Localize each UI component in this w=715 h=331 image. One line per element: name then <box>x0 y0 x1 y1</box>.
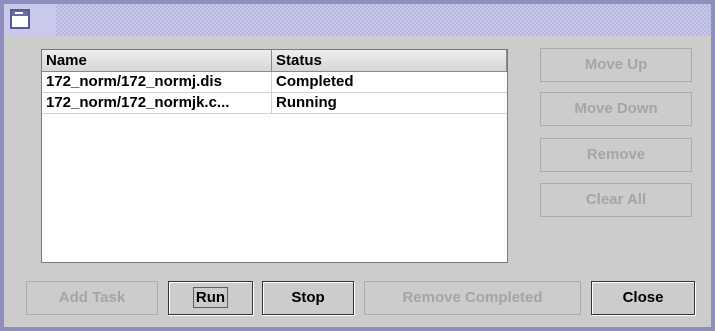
table-row[interactable]: 172_norm/172_normj.dis Completed <box>42 72 507 93</box>
move-down-button[interactable]: Move Down <box>540 92 692 126</box>
task-manager-window: Name Status 172_norm/172_normj.dis Compl… <box>0 0 715 331</box>
window-menu-icon-bar <box>12 11 28 16</box>
table-row[interactable]: 172_norm/172_normjk.c... Running <box>42 93 507 114</box>
remove-button[interactable]: Remove <box>540 138 692 172</box>
task-name-cell: 172_norm/172_normjk.c... <box>42 93 272 113</box>
clear-all-button[interactable]: Clear All <box>540 183 692 217</box>
close-button[interactable]: Close <box>591 281 695 315</box>
table-header: Name Status <box>42 50 507 72</box>
dialog-content: Name Status 172_norm/172_normj.dis Compl… <box>4 36 711 327</box>
remove-completed-button[interactable]: Remove Completed <box>364 281 581 315</box>
task-status-cell: Running <box>276 94 337 111</box>
add-task-button[interactable]: Add Task <box>26 281 158 315</box>
task-status-cell: Completed <box>276 73 354 90</box>
task-table[interactable]: Name Status 172_norm/172_normj.dis Compl… <box>41 49 508 263</box>
run-button-label: Run <box>192 287 229 308</box>
window-menu-icon[interactable] <box>10 9 30 29</box>
column-header-name[interactable]: Name <box>42 50 272 72</box>
stop-button[interactable]: Stop <box>262 281 354 315</box>
run-button[interactable]: Run <box>168 281 253 315</box>
move-up-button[interactable]: Move Up <box>540 48 692 82</box>
title-bar[interactable] <box>4 4 711 36</box>
column-header-status[interactable]: Status <box>272 50 507 72</box>
task-name-cell: 172_norm/172_normj.dis <box>42 72 272 92</box>
